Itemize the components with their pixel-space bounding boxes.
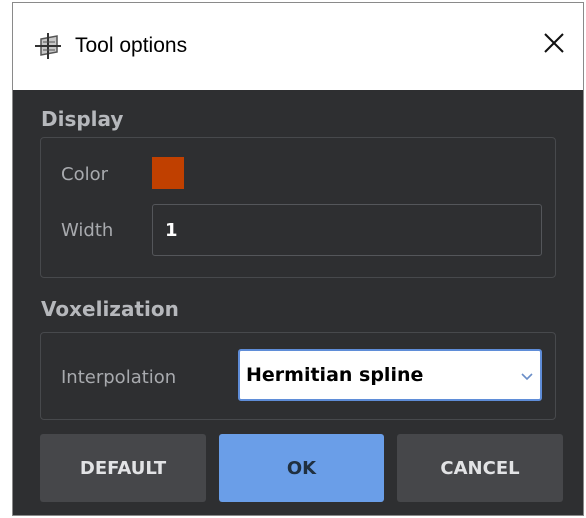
- width-input[interactable]: 1: [152, 204, 542, 256]
- voxelization-section-title: Voxelization: [41, 297, 179, 321]
- cancel-button[interactable]: CANCEL: [397, 434, 563, 502]
- interpolation-select[interactable]: Hermitian spline: [238, 349, 542, 401]
- interpolation-label: Interpolation: [61, 367, 177, 388]
- title-bar: Tool options: [13, 3, 583, 90]
- plane-crosshair-icon: [35, 33, 61, 59]
- interpolation-value: Hermitian spline: [246, 364, 424, 386]
- default-button[interactable]: DEFAULT: [40, 434, 206, 502]
- color-label: Color: [61, 164, 108, 185]
- close-button[interactable]: [537, 27, 571, 63]
- color-swatch[interactable]: [152, 157, 184, 189]
- close-icon: [543, 32, 565, 58]
- ok-button[interactable]: OK: [219, 434, 384, 502]
- dialog-title: Tool options: [75, 34, 188, 57]
- chevron-down-icon: [520, 366, 534, 381]
- tool-options-dialog: Tool options Display Color Width 1 Voxel…: [12, 2, 584, 516]
- width-label: Width: [61, 220, 114, 241]
- display-section-title: Display: [41, 107, 124, 131]
